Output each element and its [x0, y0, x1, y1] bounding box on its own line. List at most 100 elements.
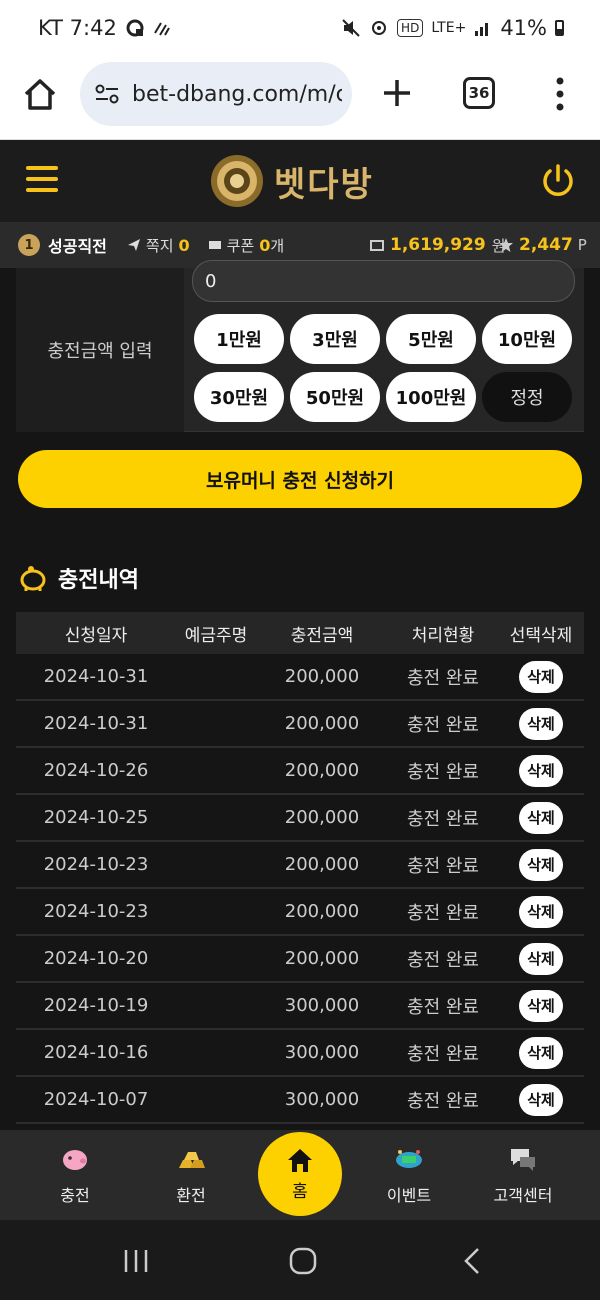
app-notification-icon [126, 19, 144, 37]
amount-cell: 300,000 [284, 1089, 360, 1110]
column-header: 충전금액 [290, 625, 354, 646]
piggy-bank-icon [63, 1150, 87, 1170]
site-settings-icon[interactable] [94, 83, 120, 105]
status-cell: 충전 완료 [407, 996, 479, 1018]
address-bar[interactable]: bet-dbang.com/m/c [80, 62, 352, 126]
nav-support[interactable]: 고객센터 [468, 1144, 578, 1206]
status-cell: 충전 완료 [407, 808, 479, 830]
points-balance: 2,447 P [498, 235, 587, 255]
amount-chip-30k[interactable]: 3만원 [290, 314, 380, 364]
amount-chip-1m[interactable]: 100만원 [386, 372, 476, 422]
delete-cell: 삭제 [498, 707, 584, 740]
amount-chip-10k[interactable]: 1만원 [194, 314, 284, 364]
nav-exchange[interactable]: 환전 [136, 1144, 246, 1206]
mute-icon [342, 19, 360, 37]
tab-switcher-button[interactable]: 36 [463, 77, 495, 109]
nav-charge[interactable]: 충전 [20, 1144, 130, 1206]
reset-amount-button[interactable]: 정정 [482, 372, 572, 422]
date-cell: 2024-10-07 [43, 1089, 149, 1110]
logo-emblem-icon [211, 155, 263, 207]
system-home-icon[interactable] [288, 1246, 318, 1276]
charge-form: 충전금액 입력 0 1만원 3만원 5만원 10만원 30만원 50만원 100… [16, 260, 584, 432]
logo-text: 벳다방 [274, 164, 374, 205]
delete-button[interactable]: 삭제 [519, 707, 563, 740]
delete-cell: 삭제 [498, 754, 584, 787]
amount-cell: 200,000 [284, 901, 360, 922]
status-bar: KT 7:42 HD LTE+ 41% [0, 0, 600, 56]
recent-apps-icon[interactable] [122, 1248, 150, 1274]
system-navigation-bar [0, 1220, 600, 1300]
history-title: 충전내역 [58, 568, 139, 593]
coupons-link[interactable]: 쿠폰 0개 [208, 235, 284, 256]
amount-input[interactable]: 0 [192, 260, 575, 302]
coupon-count: 0 [259, 235, 271, 255]
points-unit: P [577, 236, 587, 254]
coupon-label: 쿠폰 [226, 236, 255, 255]
delete-cell: 삭제 [498, 942, 584, 975]
table-row: 2024-10-16 300,000 충전 완료 삭제 [16, 1030, 584, 1077]
delete-button[interactable]: 삭제 [519, 754, 563, 787]
back-icon[interactable] [460, 1246, 484, 1276]
date-cell: 2024-10-20 [43, 948, 149, 969]
delete-cell: 삭제 [498, 1036, 584, 1069]
hd-icon: HD [397, 19, 424, 37]
table-row: 2024-10-26 200,000 충전 완료 삭제 [16, 748, 584, 795]
delete-button[interactable]: 삭제 [519, 1083, 563, 1116]
delete-cell: 삭제 [498, 1083, 584, 1116]
delete-button[interactable]: 삭제 [519, 1036, 563, 1069]
amount-chip-500k[interactable]: 50만원 [290, 372, 380, 422]
nav-event[interactable]: 이벤트 [354, 1144, 464, 1206]
apply-charge-button[interactable]: 보유머니 충전 신청하기 [18, 450, 582, 508]
chat-support-icon [511, 1149, 535, 1171]
browser-home-icon[interactable] [20, 74, 60, 114]
date-cell: 2024-10-23 [43, 901, 149, 922]
browser-menu-icon[interactable] [553, 74, 567, 114]
delete-button[interactable]: 삭제 [519, 942, 563, 975]
amount-cell: 200,000 [284, 713, 360, 734]
home-icon [288, 1148, 312, 1172]
table-header: 신청일자 예금주명 충전금액 처리현황 선택삭제 [16, 612, 584, 654]
browser-toolbar: bet-dbang.com/m/c 36 [0, 56, 600, 140]
new-tab-icon[interactable] [380, 76, 414, 110]
url-text: bet-dbang.com/m/c [132, 81, 342, 107]
status-time: KT 7:42 [38, 16, 117, 40]
table-row: 2024-10-07 300,000 충전 완료 삭제 [16, 1077, 584, 1124]
delete-button[interactable]: 삭제 [519, 989, 563, 1022]
message-count: 0 [178, 235, 190, 255]
delete-cell: 삭제 [498, 660, 584, 693]
star-icon [499, 238, 513, 252]
column-header: 신청일자 [64, 625, 128, 646]
column-header: 예금주명 [184, 625, 248, 646]
status-cell: 충전 완료 [407, 1043, 479, 1065]
nav-home[interactable]: 홈 [258, 1132, 342, 1216]
site-logo[interactable]: 벳다방 [208, 152, 374, 210]
nav-event-label: 이벤트 [386, 1186, 432, 1205]
date-cell: 2024-10-25 [43, 807, 149, 828]
nav-home-label: 홈 [292, 1181, 308, 1202]
hamburger-menu-icon[interactable] [26, 166, 58, 194]
piggy-bank-icon [20, 566, 46, 591]
section-title: 충전내역 [18, 562, 139, 594]
table-row: 2024-10-19 300,000 충전 완료 삭제 [16, 983, 584, 1030]
delete-button[interactable]: 삭제 [519, 801, 563, 834]
status-cell: 충전 완료 [407, 902, 479, 924]
table-row: 2024-10-20 200,000 충전 완료 삭제 [16, 936, 584, 983]
date-cell: 2024-10-31 [43, 666, 149, 687]
status-cell: 충전 완료 [407, 949, 479, 971]
table-row: 2024-10-31 200,000 충전 완료 삭제 [16, 654, 584, 701]
nav-exchange-label: 환전 [176, 1186, 206, 1205]
status-cell: 충전 완료 [407, 761, 479, 783]
delete-button[interactable]: 삭제 [519, 660, 563, 693]
battery-icon [555, 20, 564, 36]
amount-cell: 200,000 [284, 948, 360, 969]
nickname: 성공직전 [48, 237, 107, 256]
status-cell: 충전 완료 [407, 1090, 479, 1112]
amount-chip-100k[interactable]: 10만원 [482, 314, 572, 364]
amount-chip-300k[interactable]: 30만원 [194, 372, 284, 422]
delete-button[interactable]: 삭제 [519, 848, 563, 881]
messages-link[interactable]: 쪽지 0 [127, 235, 190, 256]
signal-icon [475, 23, 489, 36]
amount-chip-50k[interactable]: 5만원 [386, 314, 476, 364]
delete-button[interactable]: 삭제 [519, 895, 563, 928]
logout-power-icon[interactable] [540, 162, 576, 198]
